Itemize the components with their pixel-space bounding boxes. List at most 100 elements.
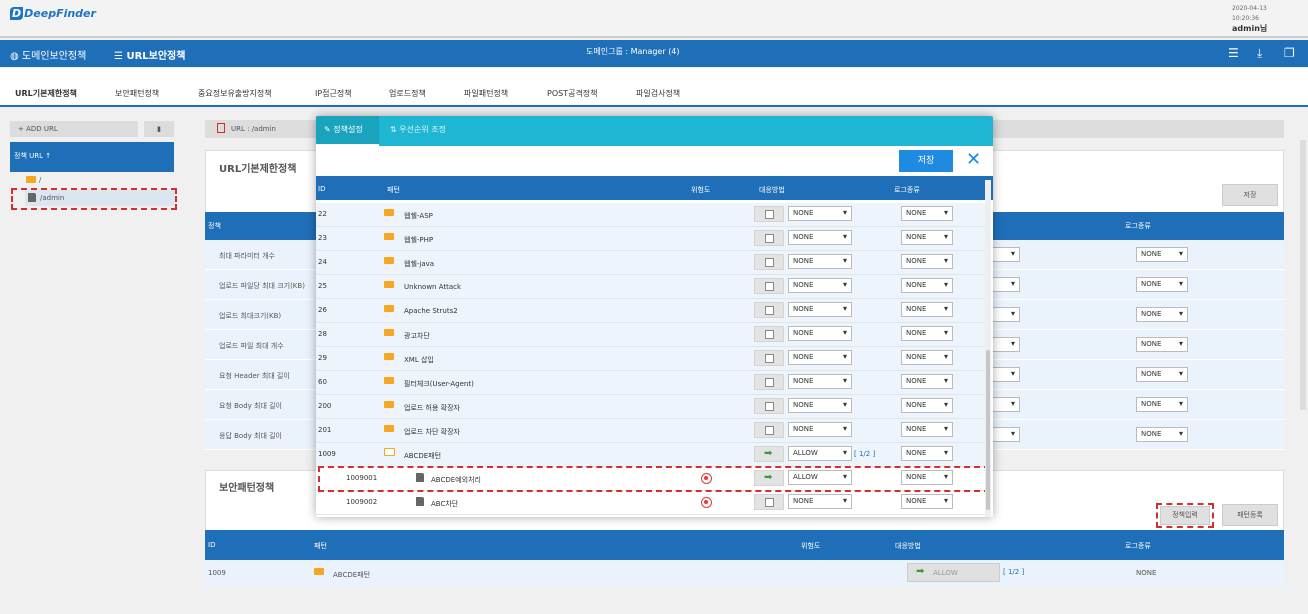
folder-icon — [384, 425, 394, 432]
log-select[interactable]: NONE — [901, 230, 953, 245]
log-select[interactable]: NONE — [901, 350, 953, 365]
basic-save-button[interactable]: 저장 — [1222, 184, 1278, 206]
response-select[interactable]: NONE — [788, 350, 852, 365]
tree-item-root[interactable]: / — [39, 176, 41, 184]
log-select[interactable]: NONE — [901, 278, 953, 293]
row-action[interactable]: ➡ ALLOW — [907, 563, 1000, 582]
tab-info-leak[interactable]: 중요정보유출방지정책 — [198, 88, 272, 99]
menu-icon[interactable]: ☰ — [1228, 46, 1239, 60]
response-checkbox[interactable] — [754, 398, 784, 414]
row-id: 29 — [318, 354, 327, 362]
checkbox-icon — [765, 330, 774, 339]
user-name[interactable]: admin님 — [1232, 24, 1267, 33]
response-toggle[interactable]: ➡ — [754, 446, 784, 462]
response-select[interactable]: NONE — [788, 398, 852, 413]
response-select[interactable]: NONE — [788, 254, 852, 269]
folder-icon — [384, 281, 394, 288]
log-select[interactable]: NONE — [901, 446, 953, 461]
row-id: 26 — [318, 306, 327, 314]
policy-log-select[interactable]: NONE — [1136, 397, 1188, 412]
response-checkbox[interactable] — [754, 422, 784, 438]
row-id: 200 — [318, 402, 332, 410]
response-select[interactable]: NONE — [788, 206, 852, 221]
top-bar: D DeepFinder 2020-04-13 10:20:36 admin님 — [0, 0, 1308, 38]
log-select[interactable]: NONE — [901, 326, 953, 341]
download-icon[interactable]: ⤓ — [1257, 46, 1262, 61]
nav-domain-policy[interactable]: ◍ 도메인보안정책 — [10, 47, 86, 62]
folder-open-icon — [384, 448, 395, 456]
modal-save-button[interactable]: 저장 — [899, 150, 953, 172]
folder-icon — [384, 305, 394, 312]
policy-log-select[interactable]: NONE — [1136, 277, 1188, 292]
policy-action-select[interactable] — [992, 337, 1020, 352]
row-page[interactable]: [ 1/2 ] — [1003, 568, 1024, 576]
copy-icon[interactable]: ❐ — [1284, 46, 1295, 60]
page-scrollbar[interactable] — [1300, 140, 1306, 410]
log-select[interactable]: NONE — [901, 494, 953, 509]
policy-action-select[interactable] — [992, 397, 1020, 412]
bookmark-icon — [217, 123, 225, 133]
tab-upload[interactable]: 업로드정책 — [389, 88, 426, 99]
app-logo: D DeepFinder — [10, 7, 96, 20]
response-select[interactable]: NONE — [788, 278, 852, 293]
policy-action-select[interactable] — [992, 307, 1020, 322]
response-checkbox[interactable] — [754, 374, 784, 390]
row-id: 25 — [318, 282, 327, 290]
policy-action-select[interactable] — [992, 367, 1020, 382]
add-url-button[interactable]: + ADD URL — [10, 121, 138, 137]
policy-action-select[interactable] — [992, 427, 1020, 442]
row-id: 1009 — [208, 569, 226, 577]
policy-row-label: 업로드 파일당 최대 크기(KB) — [219, 282, 305, 290]
log-select[interactable]: NONE — [901, 254, 953, 269]
pattern-register-button[interactable]: 패턴등록 — [1222, 504, 1278, 526]
tab-file-check[interactable]: 파일검사정책 — [636, 88, 680, 99]
policy-input-button[interactable]: 정책입력 — [1160, 506, 1210, 525]
log-select[interactable]: NONE — [901, 374, 953, 389]
delete-button[interactable]: ▮ — [144, 121, 174, 137]
modal-scrollbar-thumb[interactable] — [986, 350, 990, 510]
response-checkbox[interactable] — [754, 230, 784, 246]
tab-post-attack[interactable]: POST공격정책 — [547, 88, 598, 99]
response-select[interactable]: NONE — [788, 374, 852, 389]
response-select[interactable]: NONE — [788, 494, 852, 509]
policy-log-select[interactable]: NONE — [1136, 427, 1188, 442]
response-checkbox[interactable] — [754, 278, 784, 294]
modal-tab-priority[interactable]: ⇅ 우선순위 조정 — [390, 124, 446, 135]
tab-security-pattern[interactable]: 보안패턴정책 — [115, 88, 159, 99]
response-select[interactable]: NONE — [788, 422, 852, 437]
row-page[interactable]: [ 1/2 ] — [854, 450, 875, 458]
folder-icon — [384, 377, 394, 384]
nav-url-policy[interactable]: ☰ URL보안정책 — [114, 47, 185, 62]
checkbox-icon — [765, 306, 774, 315]
response-select[interactable]: ALLOW — [788, 446, 852, 461]
log-select[interactable]: NONE — [901, 422, 953, 437]
response-checkbox[interactable] — [754, 350, 784, 366]
tab-url-basic[interactable]: URL기본제한정책 — [15, 88, 77, 99]
response-select[interactable]: NONE — [788, 302, 852, 317]
response-checkbox[interactable] — [754, 206, 784, 222]
tab-ip-access[interactable]: IP접근정책 — [315, 88, 352, 99]
policy-log-select[interactable]: NONE — [1136, 247, 1188, 262]
tab-file-pattern[interactable]: 파일패턴정책 — [464, 88, 508, 99]
response-checkbox[interactable] — [754, 326, 784, 342]
response-checkbox[interactable] — [754, 494, 784, 510]
row-name: 업로드 허용 확장자 — [404, 404, 460, 412]
policy-action-select[interactable] — [992, 247, 1020, 262]
policy-row-label: 최대 파라미터 개수 — [219, 252, 275, 260]
checkbox-icon — [765, 426, 774, 435]
log-select[interactable]: NONE — [901, 302, 953, 317]
risk-radio-icon[interactable] — [701, 497, 712, 508]
close-icon[interactable]: ✕ — [966, 149, 981, 170]
response-select[interactable]: NONE — [788, 326, 852, 341]
log-select[interactable]: NONE — [901, 206, 953, 221]
policy-log-select[interactable]: NONE — [1136, 307, 1188, 322]
date-time: 2020-04-13 10:20:36 admin님 — [1232, 4, 1267, 35]
policy-log-select[interactable]: NONE — [1136, 367, 1188, 382]
policy-log-select[interactable]: NONE — [1136, 337, 1188, 352]
policy-row-label: 응답 Body 최대 길이 — [219, 432, 282, 440]
policy-action-select[interactable] — [992, 277, 1020, 292]
response-checkbox[interactable] — [754, 302, 784, 318]
response-checkbox[interactable] — [754, 254, 784, 270]
response-select[interactable]: NONE — [788, 230, 852, 245]
log-select[interactable]: NONE — [901, 398, 953, 413]
